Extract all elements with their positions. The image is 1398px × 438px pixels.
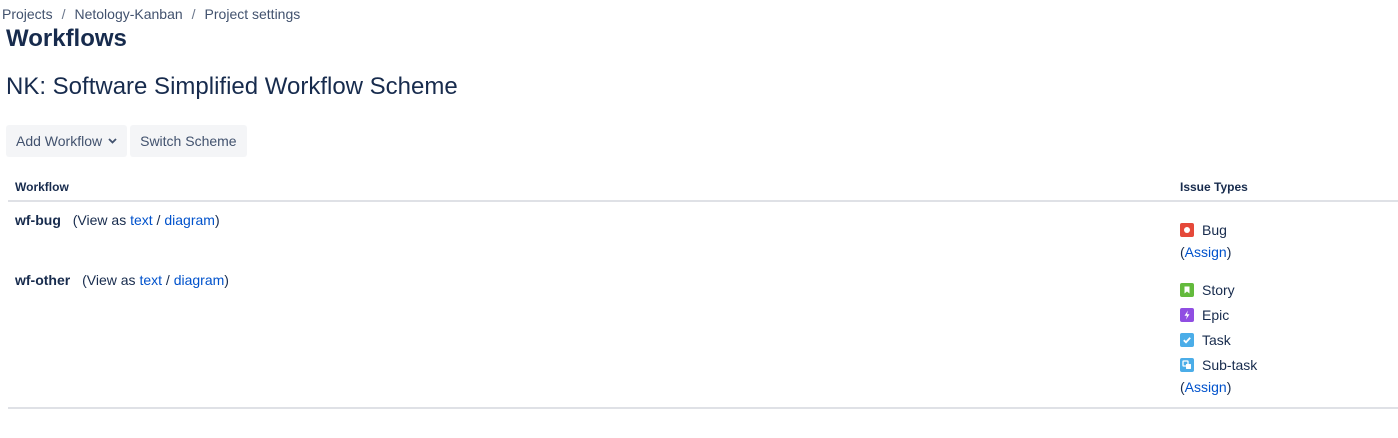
issue-type-label: Task <box>1202 331 1231 348</box>
assign-close-paren: ) <box>1226 244 1232 260</box>
chevron-down-icon <box>108 136 117 147</box>
workflows-table: Workflow Issue Types wf-bug (View as tex… <box>8 176 1398 409</box>
breadcrumb-projects[interactable]: Projects <box>2 6 53 22</box>
column-header-workflow: Workflow <box>8 176 1173 202</box>
issue-type-label: Bug <box>1202 221 1227 238</box>
issue-types-cell: Bug (Assign) <box>1173 201 1398 262</box>
view-as-suffix: ) <box>224 272 229 288</box>
assign-link[interactable]: Assign <box>1185 379 1227 395</box>
toolbar: Add Workflow Switch Scheme <box>6 125 247 157</box>
workflow-cell: wf-bug (View as text / diagram) <box>8 201 1173 262</box>
breadcrumb: Projects / Netology-Kanban / Project setting… <box>2 6 300 22</box>
view-as-diagram-link[interactable]: diagram <box>164 212 215 228</box>
view-as-text-link[interactable]: text <box>139 272 162 288</box>
issue-type-subtask: Sub-task <box>1180 352 1391 377</box>
assign-link[interactable]: Assign <box>1185 244 1227 260</box>
view-as-separator: / <box>162 272 174 288</box>
table-row: wf-other (View as text / diagram) Story … <box>8 262 1398 409</box>
column-header-issue-types: Issue Types <box>1173 176 1398 202</box>
issue-type-label: Story <box>1202 281 1235 298</box>
workflow-name: wf-bug <box>15 212 61 228</box>
breadcrumb-project[interactable]: Netology-Kanban <box>74 6 182 22</box>
breadcrumb-separator: / <box>191 6 196 22</box>
view-as-prefix: (View as <box>82 272 140 288</box>
table-row: wf-bug (View as text / diagram) Bug (Ass… <box>8 201 1398 262</box>
assign: (Assign) <box>1180 377 1391 397</box>
view-as-suffix: ) <box>214 212 220 228</box>
task-icon <box>1180 332 1194 347</box>
breadcrumb-project-settings[interactable]: Project settings <box>205 6 301 22</box>
breadcrumb-separator: / <box>61 6 66 22</box>
view-as-separator: / <box>152 212 165 228</box>
bug-icon <box>1180 222 1194 237</box>
scheme-title: NK: Software Simplified Workflow Scheme <box>6 73 458 100</box>
view-as: (View as text / diagram) <box>73 212 220 228</box>
issue-types-cell: Story Epic Task Sub-task (Assign) <box>1173 262 1398 409</box>
epic-icon <box>1180 307 1194 322</box>
issue-type-task: Task <box>1180 327 1391 352</box>
view-as-diagram-link[interactable]: diagram <box>174 272 225 288</box>
page-title: Workflows <box>6 25 127 52</box>
workflow-cell: wf-other (View as text / diagram) <box>8 262 1173 409</box>
issue-type-epic: Epic <box>1180 302 1391 327</box>
switch-scheme-button[interactable]: Switch Scheme <box>130 125 247 157</box>
add-workflow-button[interactable]: Add Workflow <box>6 125 128 157</box>
assign: (Assign) <box>1180 242 1391 262</box>
issue-type-label: Epic <box>1202 306 1230 323</box>
view-as-text-link[interactable]: text <box>130 212 153 228</box>
subtask-icon <box>1180 357 1194 372</box>
add-workflow-label: Add Workflow <box>16 133 103 149</box>
view-as-prefix: (View as <box>72 212 131 228</box>
table-header-row: Workflow Issue Types <box>8 176 1398 202</box>
issue-type-story: Story <box>1180 277 1391 302</box>
story-icon <box>1180 282 1194 297</box>
view-as: (View as text / diagram) <box>82 272 229 288</box>
issue-type-label: Sub-task <box>1202 356 1258 373</box>
workflow-name: wf-other <box>15 272 71 288</box>
assign-close-paren: ) <box>1226 379 1232 395</box>
issue-type-bug: Bug <box>1180 217 1391 242</box>
